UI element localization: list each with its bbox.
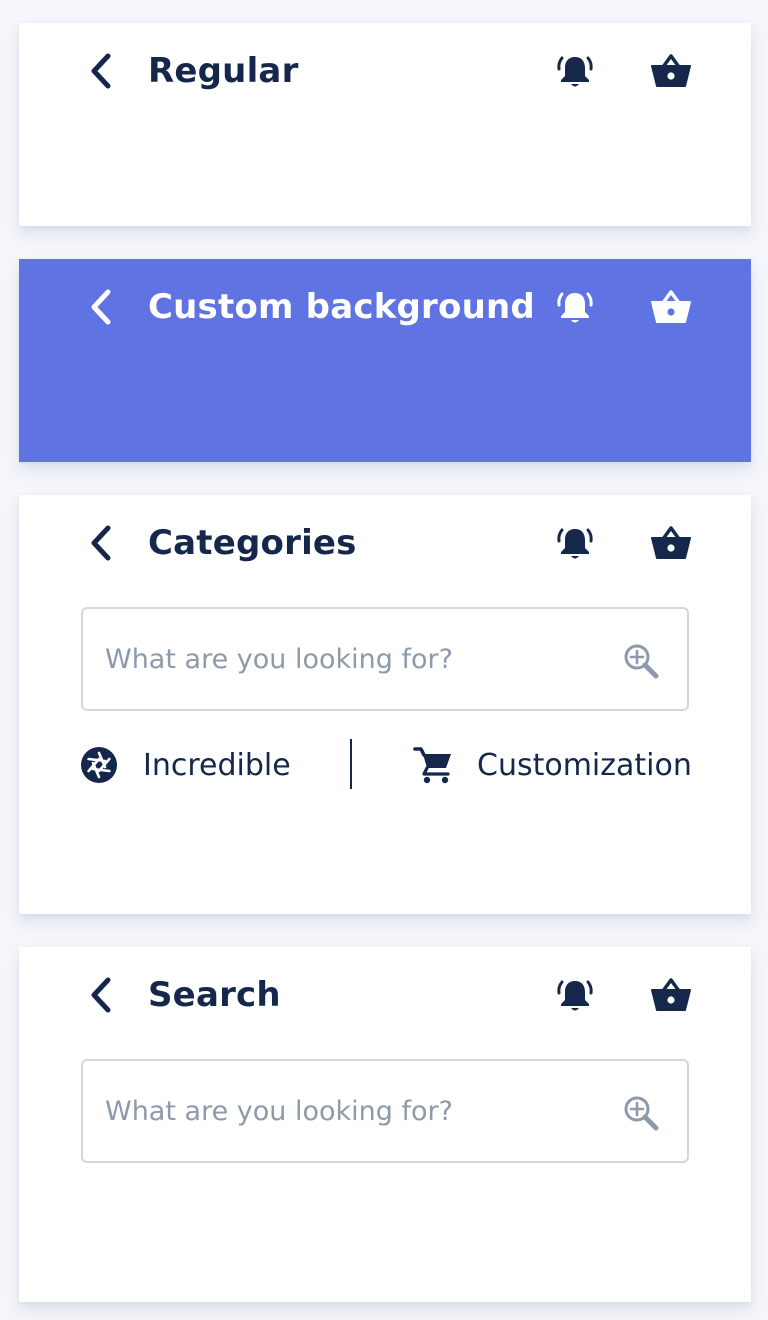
back-button[interactable] <box>83 287 119 327</box>
zoom-in-icon[interactable] <box>621 641 661 681</box>
search-box <box>81 1059 689 1163</box>
back-button[interactable] <box>83 523 119 563</box>
chevron-left-icon <box>91 525 111 561</box>
search-input[interactable] <box>105 609 605 709</box>
back-button[interactable] <box>83 975 119 1015</box>
card-regular: Regular <box>19 23 751 226</box>
basket-icon <box>651 526 691 559</box>
card-custom-background: Custom background <box>19 259 751 462</box>
basket-icon <box>651 54 691 87</box>
app-header: Categories <box>19 495 751 593</box>
back-button[interactable] <box>83 51 119 91</box>
bell-icon <box>557 292 593 323</box>
notifications-button[interactable] <box>551 521 599 565</box>
chevron-left-icon <box>91 53 111 89</box>
category-row: Incredible Customization <box>19 735 751 795</box>
bell-icon <box>557 56 593 87</box>
basket-button[interactable] <box>647 49 695 93</box>
app-header: Custom background <box>19 259 751 357</box>
zoom-in-icon[interactable] <box>621 1093 661 1133</box>
bell-icon <box>557 980 593 1011</box>
page-title: Search <box>148 975 281 1015</box>
basket-button[interactable] <box>647 973 695 1017</box>
notifications-button[interactable] <box>551 285 599 329</box>
search-input[interactable] <box>105 1061 605 1161</box>
cart-icon <box>413 745 455 785</box>
category-label: Incredible <box>143 747 291 783</box>
notifications-button[interactable] <box>551 973 599 1017</box>
aperture-icon <box>79 745 119 785</box>
category-item-customization[interactable]: Customization <box>413 735 692 795</box>
chevron-left-icon <box>91 977 111 1013</box>
category-label: Customization <box>477 747 692 783</box>
basket-button[interactable] <box>647 521 695 565</box>
category-divider <box>350 739 352 789</box>
category-item-incredible[interactable]: Incredible <box>79 735 291 795</box>
app-header: Search <box>19 947 751 1045</box>
app-header: Regular <box>19 23 751 121</box>
card-categories: Categories What are you looking for? Inc… <box>19 495 751 914</box>
notifications-button[interactable] <box>551 49 599 93</box>
page-title: Custom background <box>148 287 535 327</box>
page-title: Regular <box>148 51 299 91</box>
page-title: Categories <box>148 523 357 563</box>
chevron-left-icon <box>91 289 111 325</box>
card-search: Search <box>19 947 751 1302</box>
bell-icon <box>557 528 593 559</box>
search-box <box>81 607 689 711</box>
basket-button[interactable] <box>647 285 695 329</box>
basket-icon <box>651 978 691 1011</box>
basket-icon <box>651 290 691 323</box>
